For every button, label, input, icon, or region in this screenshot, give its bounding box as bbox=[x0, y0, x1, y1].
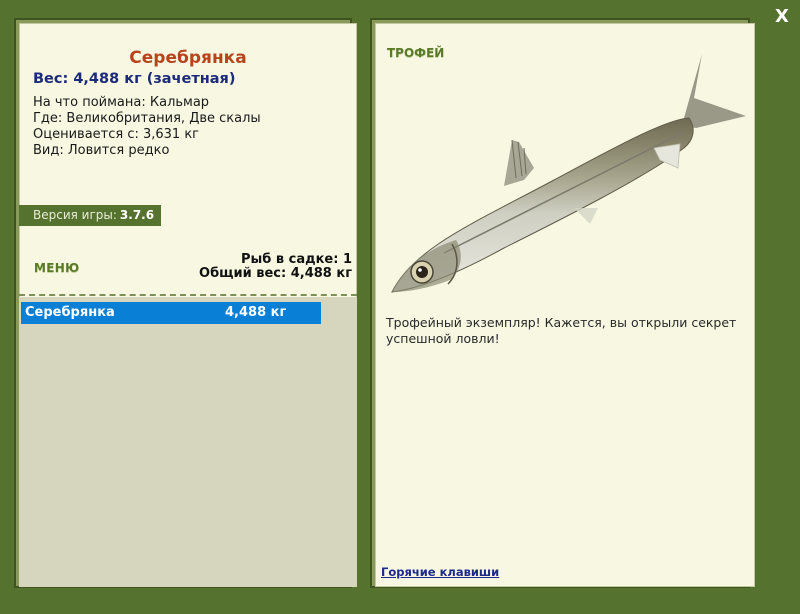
bait-info: На что поймана: Кальмар bbox=[33, 95, 210, 110]
divider bbox=[19, 294, 357, 296]
version-badge: Версия игры: 3.7.6 bbox=[19, 205, 161, 226]
fish-weight: Вес: 4,488 кг (зачетная) bbox=[33, 71, 236, 87]
version-value: 3.7.6 bbox=[119, 208, 155, 222]
version-label: Версия игры: bbox=[33, 208, 117, 222]
list-item[interactable]: Серебрянка 4,488 кг bbox=[21, 302, 321, 324]
trophy-description: Трофейный экземпляр! Кажется, вы открыли… bbox=[386, 315, 737, 346]
min-weight-info: Оценивается с: 3,631 кг bbox=[33, 127, 200, 142]
keepnet-total-weight: Общий вес: 4,488 кг bbox=[199, 266, 352, 281]
list-item-weight: 4,488 кг bbox=[225, 305, 287, 320]
close-button[interactable]: X bbox=[772, 6, 792, 28]
fish-image bbox=[391, 54, 746, 293]
hotkeys-link[interactable]: Горячие клавиши bbox=[381, 565, 499, 579]
list-item-name: Серебрянка bbox=[25, 305, 115, 320]
fish-body bbox=[391, 54, 746, 293]
menu-button[interactable]: МЕНЮ bbox=[34, 261, 79, 275]
location-info: Где: Великобритания, Две скалы bbox=[33, 111, 261, 126]
keepnet-count: Рыб в садке: 1 bbox=[240, 252, 352, 267]
rarity-info: Вид: Ловится редко bbox=[33, 143, 170, 158]
keepnet-list bbox=[19, 297, 357, 587]
fish-name-title: Серебрянка bbox=[129, 48, 247, 68]
